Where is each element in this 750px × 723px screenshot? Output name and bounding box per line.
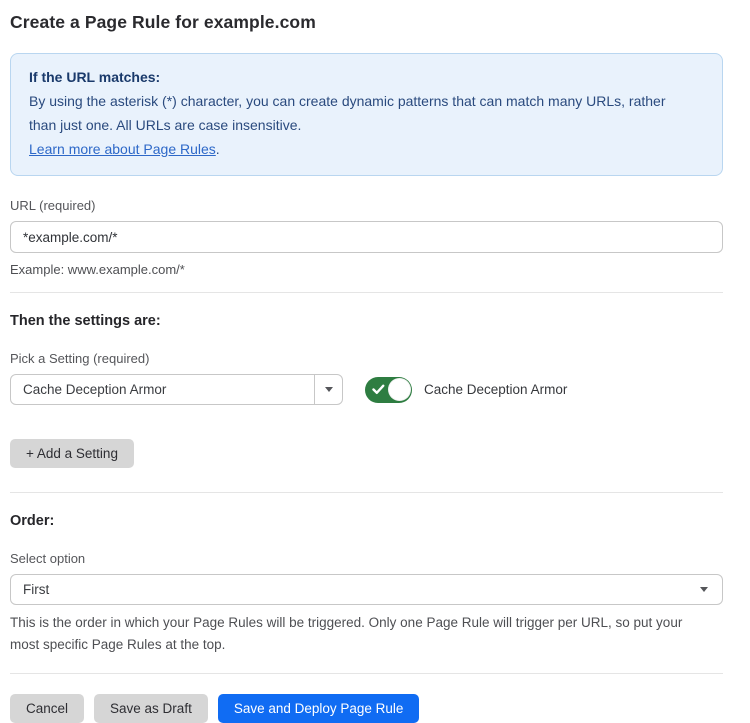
check-icon	[372, 384, 385, 395]
url-example-hint: Example: www.example.com/*	[10, 262, 723, 277]
order-select-value: First	[23, 582, 700, 597]
chevron-down-icon	[700, 587, 708, 592]
settings-section-heading: Then the settings are:	[10, 313, 723, 329]
learn-more-link[interactable]: Learn more about Page Rules	[29, 141, 216, 157]
chevron-down-icon	[325, 387, 333, 392]
page-rule-form: Create a Page Rule for example.com If th…	[10, 0, 723, 723]
info-box-body: By using the asterisk (*) character, you…	[29, 89, 689, 137]
setting-select[interactable]: Cache Deception Armor	[10, 374, 343, 405]
order-select-label: Select option	[10, 551, 723, 566]
divider	[10, 292, 723, 293]
link-period: .	[216, 141, 220, 157]
setting-toggle-label: Cache Deception Armor	[424, 382, 567, 397]
divider	[10, 673, 723, 674]
order-select[interactable]: First	[10, 574, 723, 605]
save-as-draft-button[interactable]: Save as Draft	[94, 694, 208, 723]
url-input[interactable]	[10, 221, 723, 253]
save-and-deploy-button[interactable]: Save and Deploy Page Rule	[218, 694, 420, 723]
setting-select-value: Cache Deception Armor	[11, 375, 314, 404]
url-field-label: URL (required)	[10, 198, 723, 213]
footer-actions: Cancel Save as Draft Save and Deploy Pag…	[10, 694, 723, 723]
setting-row: Cache Deception Armor Cache Deception Ar…	[10, 374, 723, 405]
setting-toggle[interactable]	[365, 377, 412, 403]
divider	[10, 492, 723, 493]
toggle-knob	[388, 378, 411, 401]
add-setting-button[interactable]: + Add a Setting	[10, 439, 134, 468]
cancel-button[interactable]: Cancel	[10, 694, 84, 723]
info-box-heading: If the URL matches:	[29, 66, 704, 89]
order-section-heading: Order:	[10, 513, 723, 529]
order-help-text: This is the order in which your Page Rul…	[10, 612, 715, 656]
setting-picker-label: Pick a Setting (required)	[10, 351, 723, 366]
setting-select-arrow-button[interactable]	[314, 375, 342, 404]
info-box-link-line: Learn more about Page Rules.	[29, 137, 704, 161]
url-match-info-box: If the URL matches: By using the asteris…	[10, 53, 723, 176]
page-title: Create a Page Rule for example.com	[10, 12, 723, 33]
